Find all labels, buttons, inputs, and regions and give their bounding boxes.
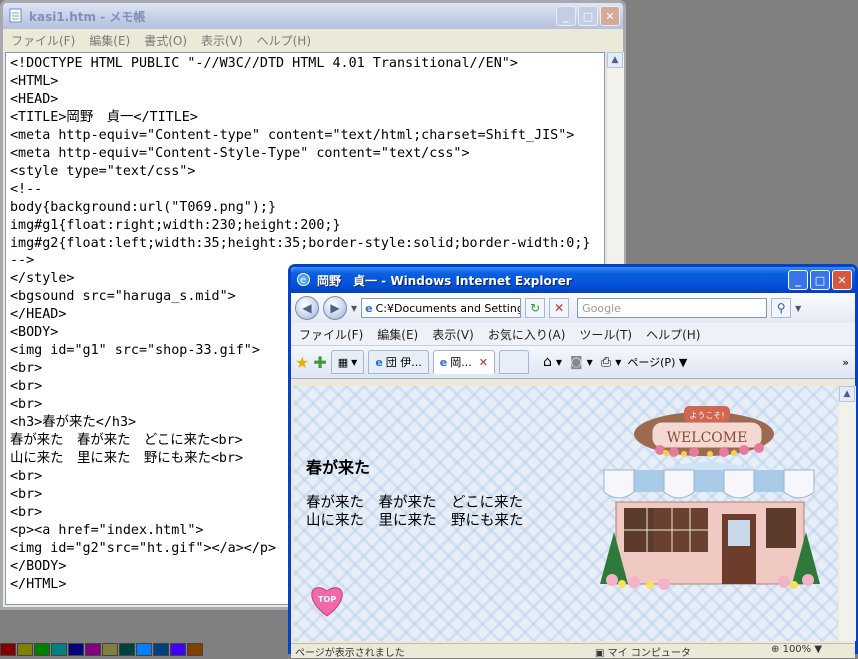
ie-scrollbar[interactable]: ▲ bbox=[839, 386, 856, 641]
scroll-up-icon[interactable]: ▲ bbox=[607, 52, 623, 68]
page-icon: e bbox=[365, 301, 373, 315]
address-input[interactable]: e C:¥Documents and Settings ▼ bbox=[361, 298, 522, 318]
palette-swatch[interactable] bbox=[34, 643, 50, 656]
ie-status-bar: ページが表示されました ▣ マイ コンピュータ ⊕ 100% ▼ bbox=[291, 643, 855, 659]
zoom-level[interactable]: ⊕ 100% ▼ bbox=[771, 644, 822, 655]
palette-swatch[interactable] bbox=[17, 643, 33, 656]
ie-menu-favorites[interactable]: お気に入り(A) bbox=[488, 326, 566, 343]
top-button-text: TOP bbox=[318, 595, 336, 604]
tab-2[interactable]: e 岡... ✕ bbox=[432, 350, 495, 374]
palette-swatch[interactable] bbox=[136, 643, 152, 656]
new-tab-button[interactable] bbox=[498, 350, 529, 374]
forward-arrow-icon[interactable]: ▶ bbox=[323, 296, 347, 320]
ie-scroll-up-icon[interactable]: ▲ bbox=[839, 386, 855, 402]
welcome-sign-text: ようこそ! bbox=[689, 411, 724, 420]
svg-text:e: e bbox=[300, 275, 306, 286]
tab-page-icon: e bbox=[375, 355, 383, 369]
search-icon[interactable]: ⚲ bbox=[771, 298, 792, 318]
status-text: ページが表示されました bbox=[295, 648, 405, 659]
palette-swatch[interactable] bbox=[102, 643, 118, 656]
tab-2-label: 岡... bbox=[450, 356, 472, 369]
palette-swatch[interactable] bbox=[170, 643, 186, 656]
zoom-icon: ⊕ bbox=[771, 644, 780, 655]
search-input[interactable]: Google bbox=[577, 298, 768, 318]
ie-menu-help[interactable]: ヘルプ(H) bbox=[646, 326, 700, 343]
quick-tabs-icon: ▦ bbox=[337, 355, 349, 369]
tab-close-icon[interactable]: ✕ bbox=[479, 356, 488, 369]
palette-swatch[interactable] bbox=[68, 643, 84, 656]
shop-image: ようこそ! WELCOME bbox=[600, 406, 820, 590]
notepad-menubar: ファイル(F) 編集(E) 書式(O) 表示(V) ヘルプ(H) bbox=[3, 29, 623, 51]
close-button[interactable]: ✕ bbox=[600, 6, 620, 26]
ie-titlebar[interactable]: e 岡野 貞一 - Windows Internet Explorer _ □ … bbox=[291, 267, 855, 293]
refresh-icon[interactable]: ↻ bbox=[525, 298, 546, 318]
ie-title: 岡野 貞一 - Windows Internet Explorer bbox=[317, 274, 572, 288]
menu-help[interactable]: ヘルプ(H) bbox=[257, 32, 311, 49]
ie-close-button[interactable]: ✕ bbox=[832, 270, 852, 290]
add-favorite-icon[interactable]: ✚ bbox=[313, 353, 326, 372]
menu-format[interactable]: 書式(O) bbox=[144, 32, 187, 49]
tab-1[interactable]: e団 伊... bbox=[368, 350, 429, 374]
page-menu[interactable]: ページ(P) ▼ bbox=[627, 354, 687, 370]
ie-menubar: ファイル(F) 編集(E) 表示(V) お気に入り(A) ツール(T) ヘルプ(… bbox=[291, 323, 855, 346]
address-text: C:¥Documents and Settings bbox=[375, 301, 522, 315]
menu-view[interactable]: 表示(V) bbox=[201, 32, 243, 49]
search-options-icon[interactable]: ▼ bbox=[795, 304, 801, 313]
color-palette bbox=[0, 643, 203, 656]
feeds-icon[interactable]: ◙ bbox=[570, 355, 583, 370]
ie-menu-tools[interactable]: ツール(T) bbox=[579, 326, 632, 343]
maximize-button[interactable]: □ bbox=[578, 6, 598, 26]
home-icon[interactable]: ⌂ bbox=[543, 354, 552, 370]
quick-tabs-button[interactable]: ▦ ▼ bbox=[330, 350, 365, 374]
palette-swatch[interactable] bbox=[153, 643, 169, 656]
history-dropdown-icon[interactable]: ▼ bbox=[351, 304, 357, 313]
top-heart-button[interactable]: TOP bbox=[308, 582, 346, 618]
palette-swatch[interactable] bbox=[119, 643, 135, 656]
lyric-line-2: 山に来た 里に来た 野にも来た bbox=[306, 513, 524, 529]
palette-swatch[interactable] bbox=[187, 643, 203, 656]
palette-swatch[interactable] bbox=[51, 643, 67, 656]
ie-window: e 岡野 貞一 - Windows Internet Explorer _ □ … bbox=[288, 264, 858, 659]
notepad-titlebar[interactable]: kasi1.htm - メモ帳 _ □ ✕ bbox=[3, 3, 623, 29]
ie-maximize-button[interactable]: □ bbox=[810, 270, 830, 290]
search-placeholder: Google bbox=[582, 301, 621, 315]
palette-swatch[interactable] bbox=[0, 643, 16, 656]
welcome-text: WELCOME bbox=[667, 430, 748, 446]
ie-tab-bar: ★ ✚ ▦ ▼ e団 伊... e 岡... ✕ ⌂ ▼ ◙ ▼ ⎙ ▼ ページ(P) ▼ … bbox=[291, 346, 855, 379]
palette-swatch[interactable] bbox=[85, 643, 101, 656]
status-zone: ▣ マイ コンピュータ bbox=[595, 648, 691, 659]
notepad-title: kasi1.htm - メモ帳 bbox=[29, 10, 146, 24]
ie-icon: e bbox=[297, 273, 310, 286]
stop-icon[interactable]: ✕ bbox=[549, 298, 570, 318]
tab-1-label: 団 伊... bbox=[385, 356, 422, 369]
ie-address-bar: ◀ ▶ ▼ e C:¥Documents and Settings ▼ ↻ ✕ … bbox=[291, 293, 855, 323]
ie-menu-view[interactable]: 表示(V) bbox=[432, 326, 474, 343]
notepad-icon bbox=[9, 8, 22, 23]
ie-minimize-button[interactable]: _ bbox=[788, 270, 808, 290]
menu-file[interactable]: ファイル(F) bbox=[11, 32, 75, 49]
menu-edit[interactable]: 編集(E) bbox=[89, 32, 130, 49]
page-heading: 春が来た bbox=[306, 458, 371, 477]
minimize-button[interactable]: _ bbox=[556, 6, 576, 26]
ie-menu-file[interactable]: ファイル(F) bbox=[299, 326, 363, 343]
back-arrow-icon[interactable]: ◀ bbox=[295, 296, 319, 320]
print-icon[interactable]: ⎙ bbox=[601, 355, 611, 370]
page-content: 春が来た 春が来た 春が来た どこに来た 山に来た 里に来た 野にも来た ようこ… bbox=[294, 386, 838, 641]
chevron-more-icon[interactable]: » bbox=[842, 356, 849, 369]
favorites-star-icon[interactable]: ★ bbox=[295, 353, 309, 372]
ie-menu-edit[interactable]: 編集(E) bbox=[377, 326, 418, 343]
tab-page-icon: e bbox=[439, 355, 448, 369]
